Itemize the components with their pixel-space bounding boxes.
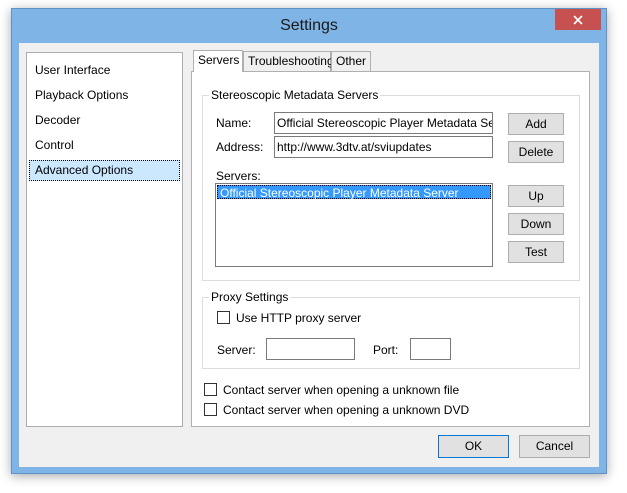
address-input[interactable]: http://www.3dtv.at/sviupdates [274, 136, 493, 158]
address-label: Address: [216, 140, 264, 154]
nav-item-decoder[interactable]: Decoder [29, 110, 180, 131]
window-title: Settings [280, 17, 338, 34]
add-button[interactable]: Add [508, 113, 564, 135]
contact-server-dvd-checkbox[interactable] [204, 403, 217, 416]
proxy-server-input[interactable] [266, 338, 355, 360]
tab-other[interactable]: Other [331, 51, 371, 71]
proxy-port-input[interactable] [410, 338, 451, 360]
nav-item-control[interactable]: Control [29, 135, 180, 156]
tab-servers[interactable]: Servers [193, 50, 243, 72]
close-icon [573, 14, 583, 25]
test-button[interactable]: Test [508, 241, 564, 263]
contact-server-dvd-label: Contact server when opening a unknown DV… [223, 403, 470, 417]
settings-window: Settings User Interface Playback Options… [11, 8, 607, 474]
nav-item-advanced-options[interactable]: Advanced Options [29, 160, 180, 181]
up-button[interactable]: Up [508, 185, 564, 207]
use-proxy-checkbox[interactable] [217, 311, 230, 324]
servers-listbox[interactable]: Official Stereoscopic Player Metadata Se… [215, 183, 493, 267]
contact-server-file-checkbox[interactable] [204, 383, 217, 396]
proxy-server-label: Server: [217, 343, 256, 357]
nav-item-user-interface[interactable]: User Interface [29, 60, 180, 81]
use-proxy-label: Use HTTP proxy server [236, 311, 362, 325]
servers-label: Servers: [216, 169, 261, 183]
close-button[interactable] [555, 9, 601, 30]
proxy-settings-group-title: Proxy Settings [209, 290, 291, 304]
proxy-settings-group: Proxy Settings Use HTTP proxy server Ser… [202, 290, 580, 369]
settings-category-list: User Interface Playback Options Decoder … [26, 52, 183, 427]
server-list-item[interactable]: Official Stereoscopic Player Metadata Se… [217, 185, 491, 200]
cancel-button[interactable]: Cancel [519, 435, 590, 458]
name-label: Name: [216, 116, 252, 130]
dialog-client-area: User Interface Playback Options Decoder … [19, 43, 599, 467]
tab-troubleshooting[interactable]: Troubleshooting [243, 51, 334, 71]
metadata-servers-group-title: Stereoscopic Metadata Servers [209, 88, 381, 102]
delete-button[interactable]: Delete [508, 141, 564, 163]
nav-item-playback-options[interactable]: Playback Options [29, 85, 180, 106]
servers-tab-panel: Stereoscopic Metadata Servers Name: Offi… [191, 71, 590, 427]
title-bar[interactable]: Settings [12, 9, 606, 43]
proxy-port-label: Port: [373, 343, 399, 357]
contact-server-file-label: Contact server when opening a unknown fi… [223, 383, 460, 397]
name-input[interactable]: Official Stereoscopic Player Metadata Se… [274, 112, 493, 134]
ok-button[interactable]: OK [438, 435, 509, 458]
down-button[interactable]: Down [508, 213, 564, 235]
metadata-servers-group: Stereoscopic Metadata Servers Name: Offi… [202, 88, 580, 281]
